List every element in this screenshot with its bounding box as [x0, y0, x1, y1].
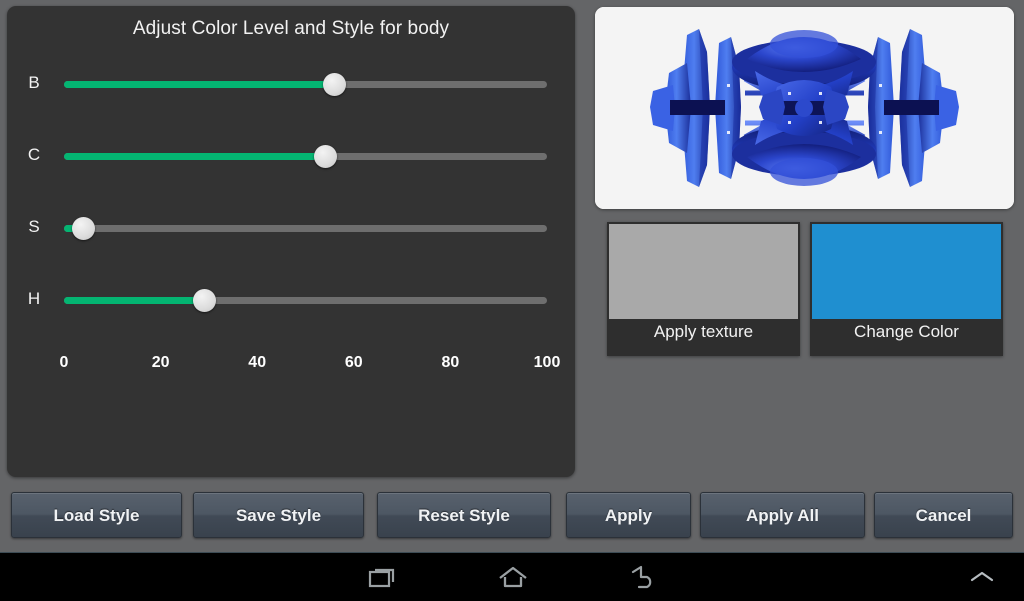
- slider-fill-hue: [64, 297, 205, 304]
- android-navigation-bar: [0, 552, 1024, 601]
- slider-contrast[interactable]: [57, 142, 553, 172]
- page-title: Adjust Color Level and Style for body: [132, 18, 450, 39]
- slider-row-contrast: C: [7, 142, 575, 172]
- slider-scale: 0 20 40 60 80 100: [57, 354, 561, 376]
- slider-row-brightness: B: [7, 70, 575, 100]
- tick-label: 0: [59, 354, 69, 371]
- slider-label-saturation: S: [28, 217, 40, 236]
- apply-all-button[interactable]: Apply All: [700, 492, 865, 538]
- spaceship-model-icon: [595, 7, 1014, 209]
- slider-thumb-contrast[interactable]: [313, 145, 337, 168]
- slider-label-brightness: B: [28, 73, 40, 92]
- slider-label-contrast: C: [27, 145, 41, 164]
- slider-thumb-hue[interactable]: [193, 289, 217, 312]
- back-icon[interactable]: [601, 553, 685, 600]
- action-button-bar: Load Style Save Style Reset Style Apply Appl…: [0, 492, 1024, 552]
- back-glyph: [631, 565, 652, 588]
- tick-label: 40: [248, 354, 267, 371]
- slider-hue[interactable]: [57, 286, 553, 316]
- tick-label: 80: [441, 354, 460, 371]
- home-glyph: [499, 566, 527, 587]
- slider-row-saturation: S: [7, 214, 575, 244]
- color-adjust-panel: Adjust Color Level and Style for body B C…: [7, 6, 575, 477]
- slider-track-saturation[interactable]: [64, 225, 547, 232]
- load-style-button[interactable]: Load Style: [11, 492, 182, 538]
- save-style-button[interactable]: Save Style: [193, 492, 364, 538]
- change-color-label: Change Color: [854, 322, 959, 341]
- apply-button[interactable]: Apply: [566, 492, 691, 538]
- recents-icon[interactable]: [341, 553, 425, 600]
- cancel-button[interactable]: Cancel: [874, 492, 1013, 538]
- color-swatch[interactable]: [812, 224, 1001, 319]
- slider-thumb-brightness[interactable]: [323, 73, 347, 96]
- slider-fill-brightness: [64, 81, 335, 88]
- app-root: Adjust Color Level and Style for body B C…: [0, 0, 1024, 552]
- texture-swatch[interactable]: [609, 224, 798, 319]
- change-color-button[interactable]: Change Color: [810, 222, 1003, 356]
- apply-texture-button[interactable]: Apply texture: [607, 222, 800, 356]
- slider-fill-contrast: [64, 153, 325, 160]
- slider-label-hue: H: [27, 289, 41, 308]
- slider-saturation[interactable]: [57, 214, 553, 244]
- tick-label: 100: [533, 354, 561, 371]
- chevron-up-glyph: [970, 571, 994, 581]
- chevron-up-icon[interactable]: [940, 553, 1024, 600]
- model-preview[interactable]: [595, 7, 1014, 209]
- slider-thumb-saturation[interactable]: [72, 217, 96, 240]
- apply-texture-label: Apply texture: [653, 322, 754, 341]
- recents-glyph: [368, 568, 395, 587]
- slider-row-hue: H: [7, 286, 575, 316]
- tick-label: 20: [151, 354, 170, 371]
- tick-label: 60: [344, 354, 363, 371]
- reset-style-button[interactable]: Reset Style: [377, 492, 551, 538]
- slider-brightness[interactable]: [57, 70, 553, 100]
- home-icon[interactable]: [471, 553, 555, 600]
